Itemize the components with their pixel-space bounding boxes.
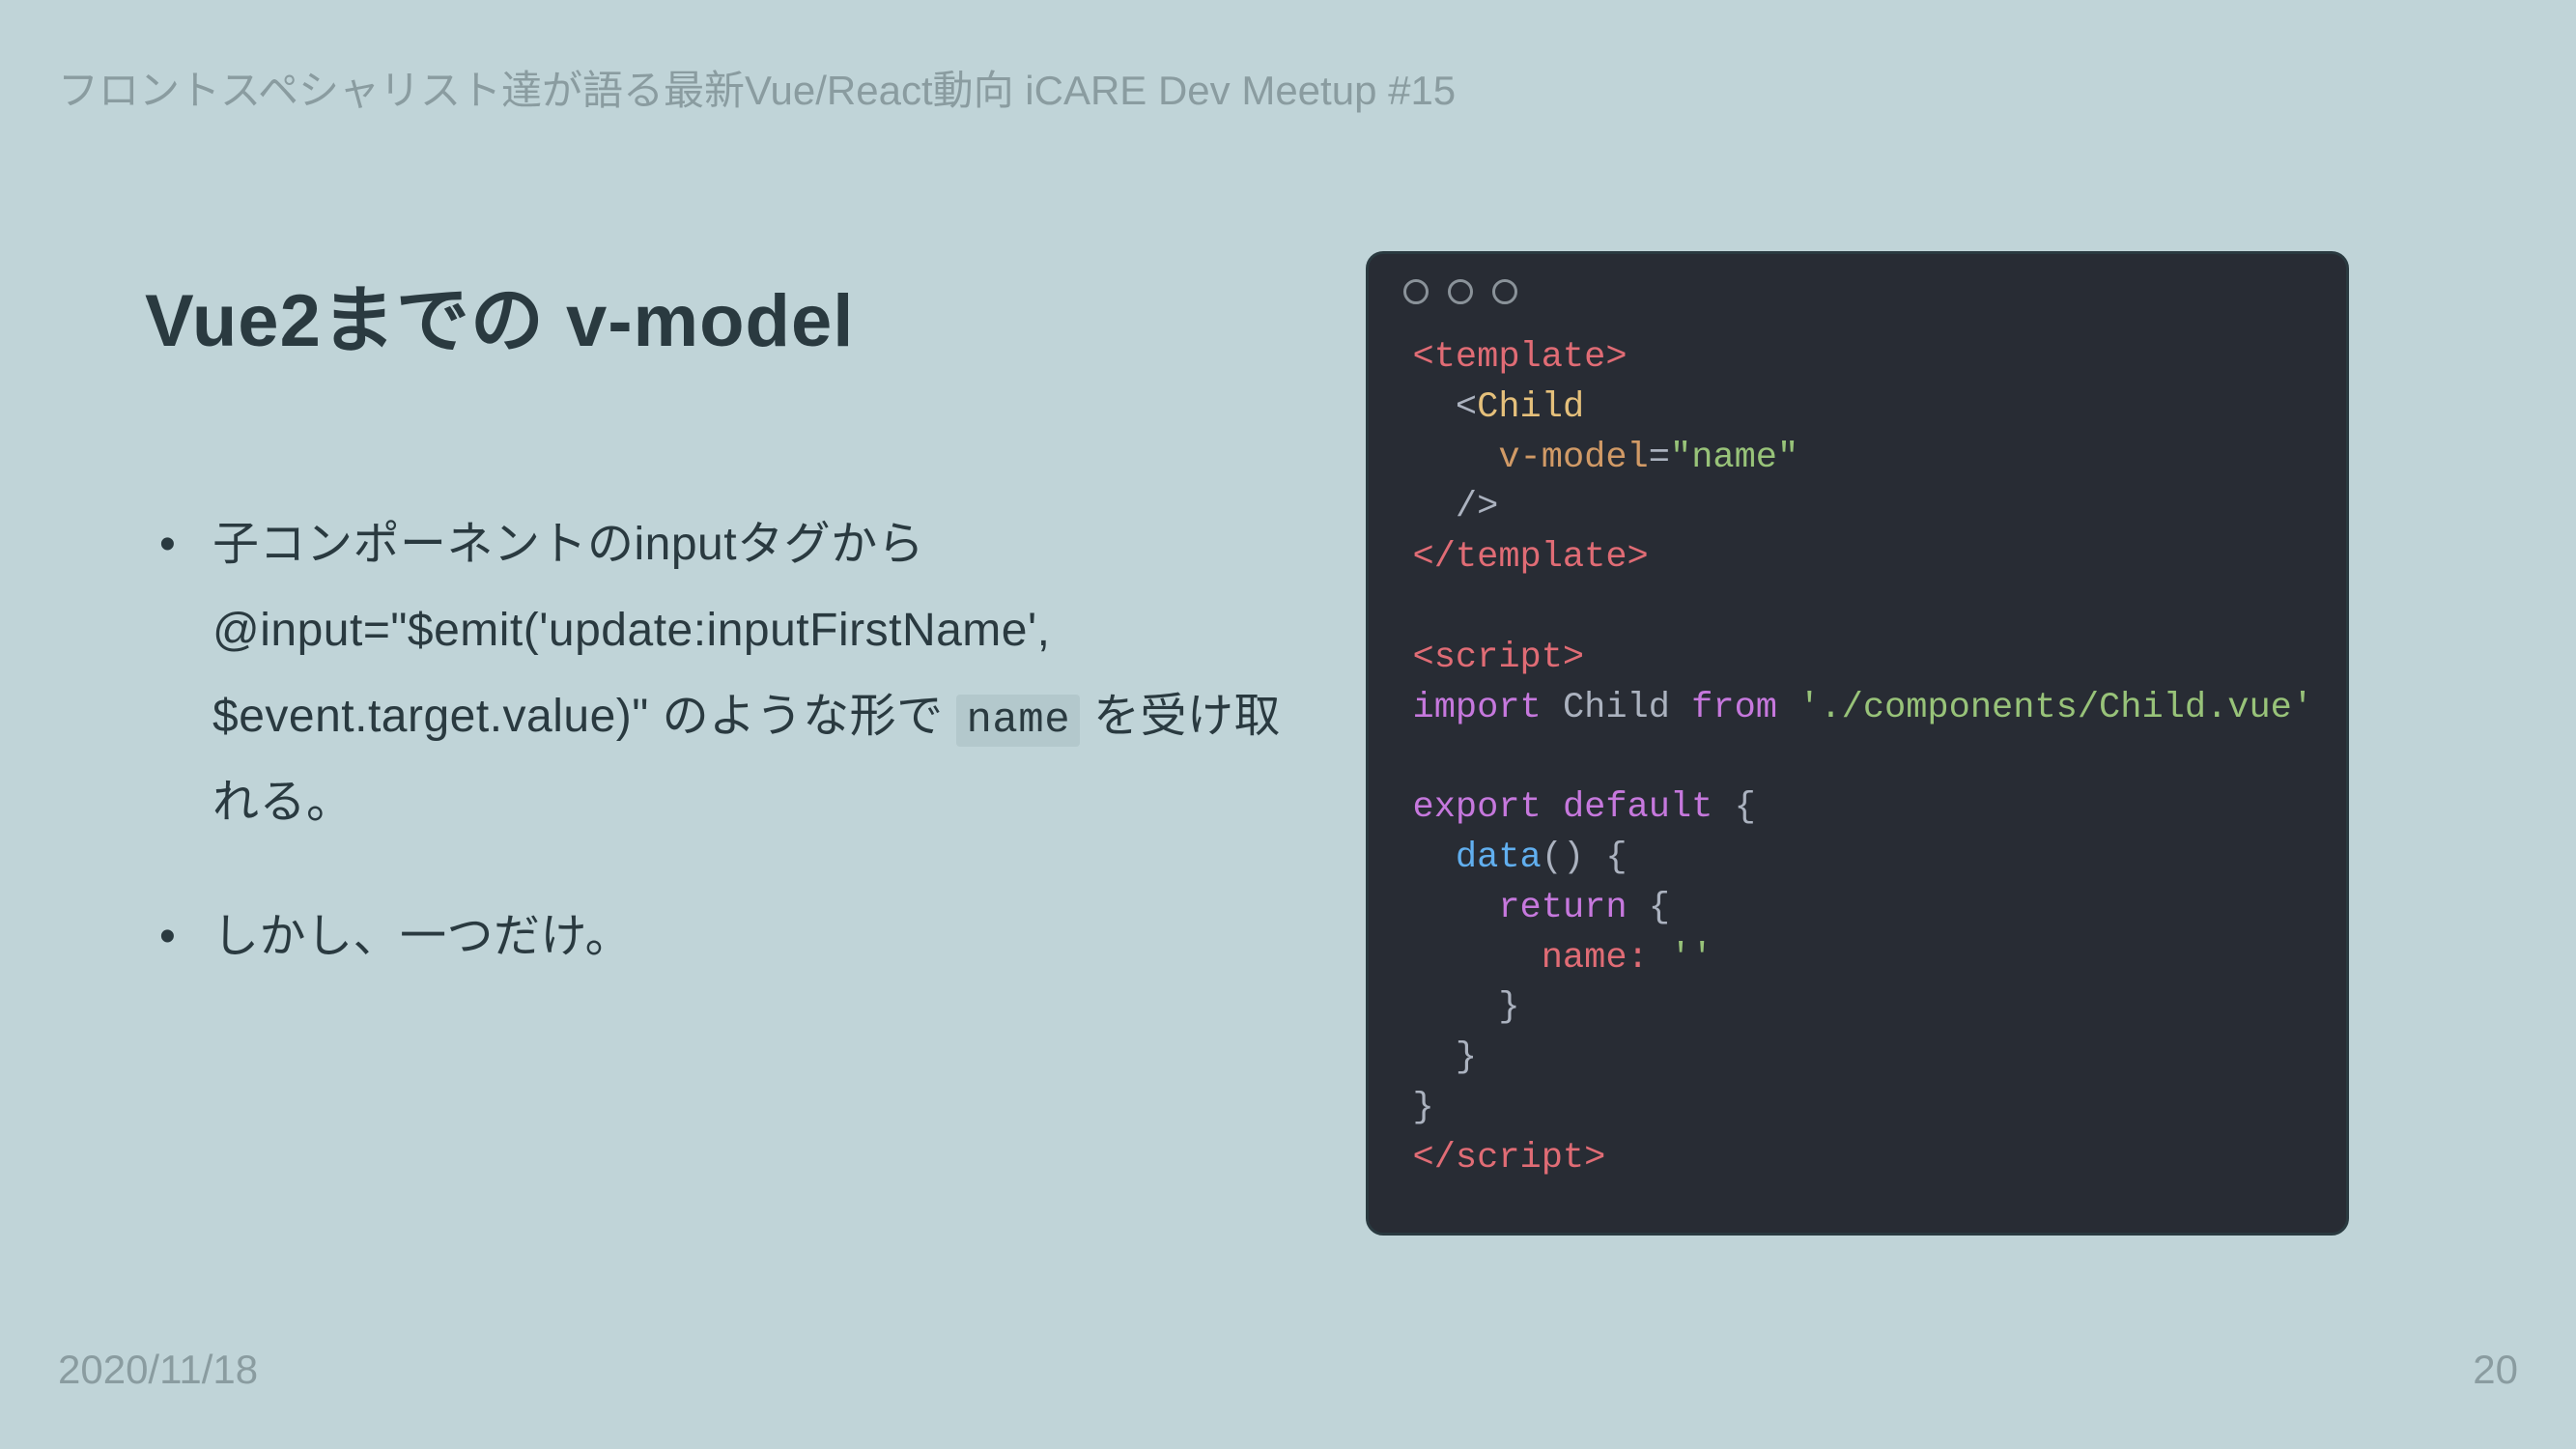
right-panel: <template> <Child v-model="name" /> </te… bbox=[1366, 261, 2576, 1449]
slide-title: Vue2までの v-model bbox=[145, 261, 1317, 367]
code-token: return bbox=[1498, 888, 1627, 928]
code-token: './components/Child.vue' bbox=[1777, 688, 2313, 728]
window-controls bbox=[1369, 254, 2346, 314]
code-token: from bbox=[1691, 688, 1777, 728]
code-token: Child bbox=[1542, 688, 1691, 728]
code-token: "name" bbox=[1670, 438, 1798, 478]
code-token bbox=[1413, 838, 1456, 878]
code-token: <script> bbox=[1413, 638, 1585, 678]
minimize-icon bbox=[1448, 279, 1473, 304]
bullet-text: しかし、一つだけ。 bbox=[212, 911, 632, 962]
code-token bbox=[1413, 888, 1499, 928]
code-token: default bbox=[1542, 787, 1713, 828]
code-token: } bbox=[1413, 1088, 1434, 1128]
inline-code: name bbox=[956, 695, 1080, 747]
code-token: { bbox=[1713, 787, 1755, 828]
close-icon bbox=[1403, 279, 1429, 304]
left-panel: Vue2までの v-model 子コンポーネントのinputタグから @inpu… bbox=[0, 261, 1366, 1449]
bullet-text-pre: 子コンポーネントのinputタグから @input="$emit('update… bbox=[212, 519, 1050, 742]
code-token: <template> bbox=[1413, 337, 1628, 378]
code-token: { bbox=[1628, 888, 1670, 928]
code-token: </script> bbox=[1413, 1138, 1606, 1179]
code-token: </template> bbox=[1413, 537, 1649, 578]
page-number: 20 bbox=[2473, 1347, 2518, 1393]
code-token: import bbox=[1413, 688, 1542, 728]
code-token bbox=[1413, 438, 1499, 478]
slide-header: フロントスペシャリスト達が語る最新Vue/React動向 iCARE Dev M… bbox=[58, 58, 1456, 117]
code-token: '' bbox=[1670, 938, 1713, 979]
code-token: } bbox=[1413, 987, 1520, 1028]
bullet-item: しかし、一つだけ。 bbox=[212, 895, 1317, 980]
code-content: <template> <Child v-model="name" /> </te… bbox=[1369, 314, 2346, 1233]
code-token: () { bbox=[1542, 838, 1628, 878]
bullet-list: 子コンポーネントのinputタグから @input="$emit('update… bbox=[145, 502, 1317, 980]
content-wrapper: Vue2までの v-model 子コンポーネントのinputタグから @inpu… bbox=[0, 0, 2576, 1449]
footer-date: 2020/11/18 bbox=[58, 1347, 258, 1393]
code-window: <template> <Child v-model="name" /> </te… bbox=[1366, 251, 2349, 1236]
code-token: Child bbox=[1477, 387, 1584, 428]
slide-footer: 2020/11/18 20 bbox=[58, 1347, 2518, 1393]
code-token: export bbox=[1413, 787, 1542, 828]
code-token: = bbox=[1649, 438, 1670, 478]
code-token: } bbox=[1413, 1037, 1478, 1078]
code-token: data bbox=[1456, 838, 1542, 878]
code-token: < bbox=[1413, 387, 1478, 428]
bullet-item: 子コンポーネントのinputタグから @input="$emit('update… bbox=[212, 502, 1317, 846]
code-token: /> bbox=[1413, 487, 1499, 527]
code-token: v-model bbox=[1498, 438, 1648, 478]
code-token: name: bbox=[1413, 938, 1670, 979]
maximize-icon bbox=[1492, 279, 1517, 304]
